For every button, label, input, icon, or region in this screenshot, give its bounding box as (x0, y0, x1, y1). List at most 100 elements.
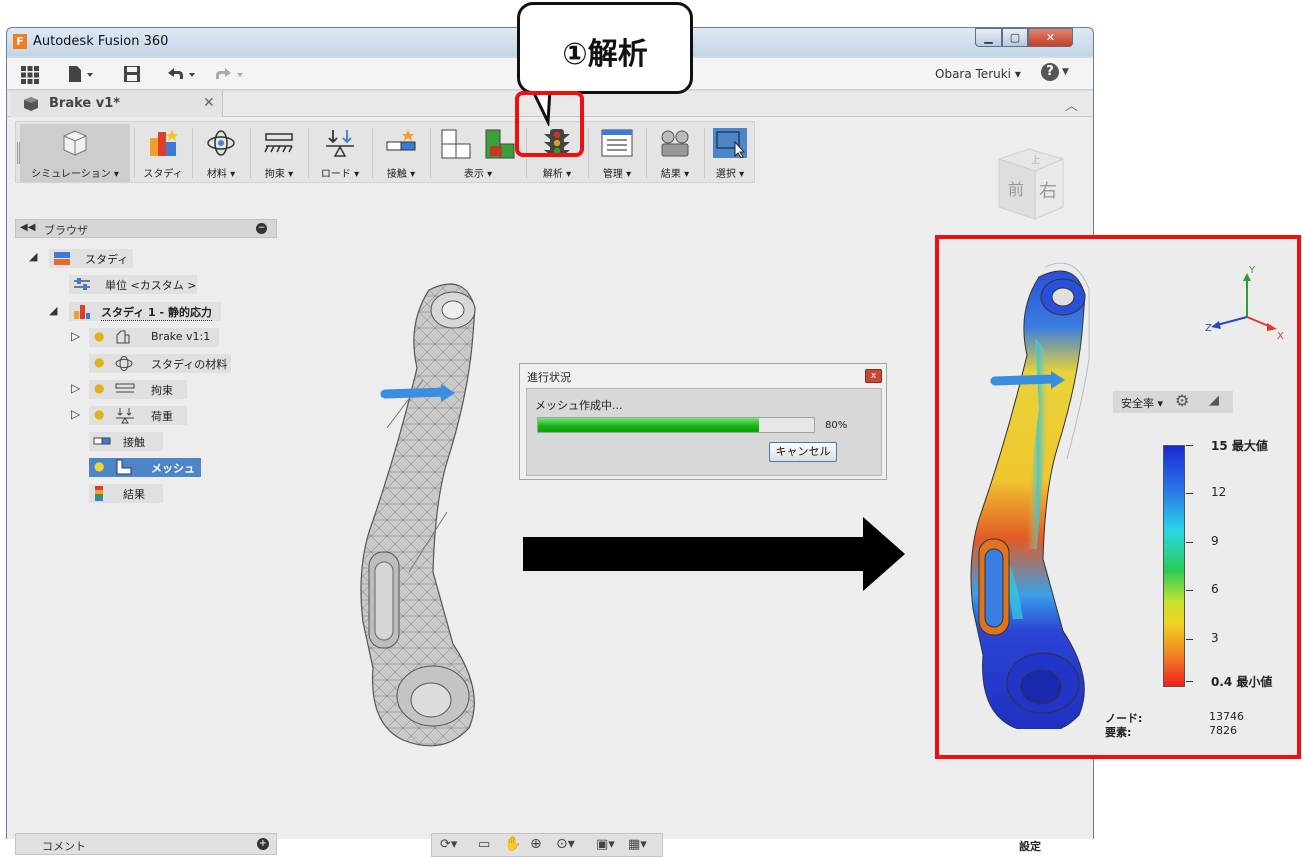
axis-z-label: Z (1205, 323, 1212, 334)
visibility-bulb-icon[interactable]: ● (94, 355, 104, 369)
close-tab-icon[interactable]: ✕ (203, 95, 215, 111)
legend-label: 12 (1211, 485, 1227, 499)
visibility-bulb-icon[interactable]: ● (94, 381, 104, 395)
user-account-menu[interactable]: Obara Teruki ▾ (935, 67, 1021, 81)
visibility-bulb-icon[interactable]: ● (94, 407, 104, 421)
ribbon-manage-button[interactable]: 管理 ▾ (590, 124, 644, 182)
tree-item-label: Brake v1:1 (151, 330, 211, 343)
tree-item-constraints[interactable]: ● 拘束 (89, 380, 187, 399)
results-tree-icon (95, 486, 103, 501)
tree-item-brake[interactable]: ● Brake v1:1 (89, 328, 219, 347)
ribbon-separator (192, 128, 193, 178)
component-icon (24, 97, 38, 111)
expand-study1-icon[interactable]: ◢ (49, 304, 57, 317)
axis-y-label: Y (1248, 265, 1256, 276)
orbit-icon[interactable]: ⟳▾ (440, 837, 457, 852)
tree-item-units[interactable]: 単位 <カスタム > (69, 275, 197, 294)
viewcube-right-label: 右 (1039, 181, 1057, 202)
manage-list-icon (601, 129, 633, 157)
legend-collapse-icon[interactable]: ◢ (1209, 393, 1219, 408)
gear-icon[interactable]: ⚙ (1175, 391, 1189, 410)
legend-tick (1186, 639, 1193, 640)
settings-label[interactable]: 設定 (1019, 838, 1041, 854)
expand-brake-icon[interactable]: ▷ (71, 329, 80, 343)
safety-factor-dropdown[interactable]: 安全率 ▾ (1121, 395, 1163, 411)
axis-triad: Y Z X (1205, 265, 1284, 342)
tree-item-study-materials[interactable]: ● スタディの材料 (89, 354, 231, 373)
tree-item-label: 荷重 (151, 410, 173, 423)
visibility-bulb-icon[interactable]: ● (94, 459, 104, 473)
look-at-icon[interactable]: ▭ (478, 837, 490, 852)
cancel-button[interactable]: キャンセル (769, 442, 837, 462)
undo-icon[interactable] (165, 65, 201, 83)
dialog-close-button[interactable]: x (865, 369, 882, 383)
tree-item-results[interactable]: 結果 (89, 484, 163, 503)
ribbon-separator (134, 128, 135, 178)
collapse-browser-icon[interactable]: ◀◀ (20, 222, 35, 233)
pan-hand-icon[interactable]: ✋ (504, 836, 521, 852)
ribbon-display-button[interactable]: 表示 ▾ (432, 124, 524, 182)
legend-tick (1186, 590, 1193, 591)
contact-icon (386, 130, 416, 151)
close-window-button[interactable]: ✕ (1028, 28, 1073, 47)
tree-item-mesh[interactable]: ● メッシュ (89, 458, 201, 477)
ribbon-select-button[interactable]: 選択 ▾ (706, 124, 754, 182)
legend-label: 3 (1211, 631, 1219, 645)
result-panel: Y Z X 安全率 ▾ ⚙ ◢ 15 最大値 12 9 6 3 0.4 最小値 ノード: … (935, 235, 1301, 759)
file-menu-icon[interactable] (67, 65, 97, 83)
comments-panel[interactable]: コメント + (15, 833, 277, 855)
viewcube-front-label: 前 (1008, 180, 1024, 199)
mesh-tree-icon (116, 459, 132, 475)
tree-item-loads[interactable]: ● 荷重 (89, 406, 187, 425)
save-icon[interactable] (123, 65, 141, 83)
zoom-icon[interactable]: ⊕ (530, 836, 542, 852)
display-label: 表示 ▾ (463, 169, 493, 180)
axis-x-label: X (1277, 331, 1284, 342)
visibility-bulb-icon[interactable]: ● (94, 329, 104, 343)
browser-panel-header[interactable]: ◀◀ ブラウザ − (15, 219, 277, 238)
fit-icon[interactable]: ⊙▾ (556, 836, 575, 852)
browser-minimize-icon[interactable]: − (256, 223, 267, 234)
tree-item-study-1[interactable]: スタディ 1 - 静的応力 (69, 302, 221, 321)
maximize-button[interactable]: ▢ (1002, 28, 1028, 47)
document-tab[interactable]: Brake v1* ✕ (11, 91, 223, 117)
add-comment-icon[interactable]: + (257, 838, 269, 850)
material-icon (207, 130, 235, 156)
display-settings-icon[interactable]: ▣▾ (596, 837, 615, 852)
callout-bubble: ①解析 (517, 2, 693, 94)
redo-icon[interactable] (213, 65, 249, 83)
ribbon-material-button[interactable]: 材料 ▾ (194, 124, 248, 182)
callout-text: ①解析 (562, 37, 648, 72)
help-icon[interactable]: ? (1041, 63, 1059, 81)
viewcube-top-label: 上 (1031, 155, 1040, 166)
progress-percent: 80% (825, 420, 848, 431)
grid-settings-icon[interactable]: ▦▾ (628, 837, 647, 852)
manage-label: 管理 ▾ (602, 169, 632, 180)
constraint-label: 拘束 ▾ (264, 169, 294, 180)
minimize-button[interactable]: ▁ (975, 28, 1002, 47)
contact-tree-icon (93, 437, 111, 445)
tree-item-label: 単位 <カスタム > (105, 279, 197, 292)
ribbon-results-button[interactable]: 結果 ▾ (648, 124, 702, 182)
viewcube[interactable]: 上 前 右 (991, 137, 1073, 229)
progress-bar (537, 417, 815, 433)
navigation-bar: ⟳▾ ▭ ✋ ⊕ ⊙▾ ▣▾ ▦▾ (431, 833, 663, 857)
tree-item-study[interactable]: スタディ (49, 249, 133, 268)
data-panel-grid-icon[interactable] (21, 66, 39, 84)
ribbon-study-button[interactable]: スタディ (136, 124, 190, 182)
workspace-switcher-simulation[interactable]: シミュレーション ▾ (20, 124, 130, 182)
help-dropdown-icon[interactable]: ▼ (1062, 67, 1069, 77)
results-icon (661, 130, 689, 157)
ribbon-constraint-button[interactable]: 拘束 ▾ (252, 124, 306, 182)
expand-study-icon[interactable]: ◢ (29, 250, 37, 263)
expand-constraints-icon[interactable]: ▷ (71, 381, 80, 395)
graphics-canvas[interactable]: シミュレーション ▾ スタディ 材料 ▾ 拘束 ▾ ロード ▾ 接触 ▾ 表示 … (7, 117, 1093, 857)
comment-label: コメント (42, 840, 86, 853)
tree-item-contacts[interactable]: 接触 (89, 432, 163, 451)
legend-label: 9 (1211, 534, 1219, 548)
expand-loads-icon[interactable]: ▷ (71, 407, 80, 421)
ribbon-contact-button[interactable]: 接触 ▾ (374, 124, 428, 182)
ribbon-toolbar: シミュレーション ▾ スタディ 材料 ▾ 拘束 ▾ ロード ▾ 接触 ▾ 表示 … (15, 121, 755, 183)
ribbon-load-button[interactable]: ロード ▾ (310, 124, 370, 182)
collapse-ribbon-icon[interactable]: ︿ (1065, 95, 1078, 114)
